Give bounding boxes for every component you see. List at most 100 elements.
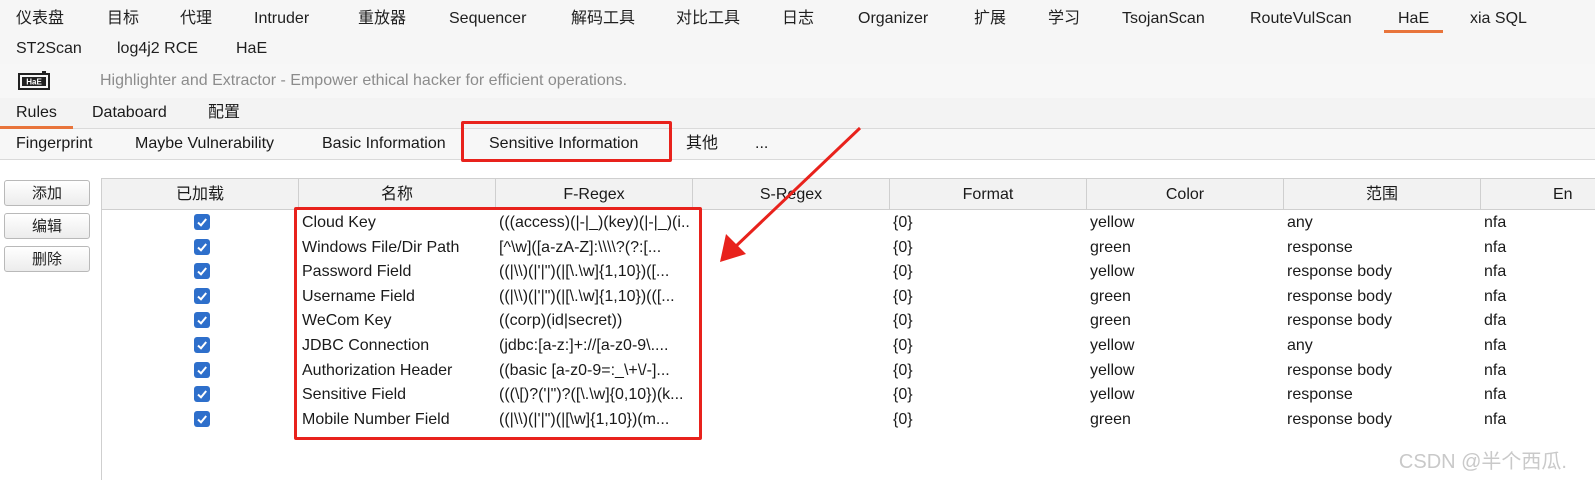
col-format[interactable]: Format	[890, 179, 1087, 209]
tab-basic-information[interactable]: Basic Information	[322, 129, 446, 159]
cell-scope: response body	[1287, 263, 1392, 281]
cell-s-regex	[696, 359, 888, 383]
cell-color: yellow	[1090, 214, 1135, 231]
cell-scope: response	[1287, 238, 1353, 256]
tab-logger[interactable]: 日志	[782, 2, 814, 32]
cell-scope: any	[1287, 337, 1313, 354]
col-color[interactable]: Color	[1087, 179, 1284, 209]
tab-target[interactable]: 目标	[107, 2, 139, 32]
tab-config[interactable]: 配置	[208, 98, 240, 128]
tab-databoard[interactable]: Databoard	[92, 98, 167, 128]
cell-color: green	[1090, 287, 1131, 305]
cell-engine: nfa	[1484, 410, 1507, 428]
cell-s-regex	[696, 383, 888, 407]
cell-format: {0}	[893, 287, 913, 305]
cell-engine: nfa	[1484, 263, 1507, 281]
cell-format: {0}	[893, 238, 913, 256]
watermark: CSDN @半个西瓜.	[1398, 451, 1567, 473]
cell-engine: nfa	[1484, 337, 1507, 354]
loaded-checkbox[interactable]	[194, 238, 210, 255]
tab-routevulscan[interactable]: RouteVulScan	[1250, 2, 1352, 32]
loaded-checkbox[interactable]	[194, 410, 210, 427]
checkmark-icon	[197, 415, 207, 424]
loaded-checkbox[interactable]	[194, 361, 210, 378]
cell-s-regex	[696, 309, 888, 333]
cell-scope: response	[1287, 386, 1353, 404]
cell-s-regex	[696, 285, 888, 309]
tab-st2scan[interactable]: ST2Scan	[16, 32, 82, 62]
annotation-arrow	[720, 126, 862, 262]
cell-engine: nfa	[1484, 386, 1507, 404]
cell-engine: dfa	[1484, 312, 1507, 330]
cell-format: {0}	[893, 337, 913, 354]
hae-logo-icon: HaE	[18, 71, 50, 90]
tab-comparer[interactable]: 对比工具	[676, 2, 740, 32]
col-name[interactable]: 名称	[299, 179, 496, 209]
col-engine[interactable]: En	[1481, 179, 1595, 209]
cell-format: {0}	[893, 410, 913, 428]
svg-text:HaE: HaE	[26, 78, 42, 87]
loaded-checkbox[interactable]	[194, 214, 210, 230]
tab-hae-second[interactable]: HaE	[236, 32, 267, 62]
tab-tsojanscan[interactable]: TsojanScan	[1122, 2, 1205, 32]
tab-log4j2-rce[interactable]: log4j2 RCE	[117, 32, 198, 62]
cell-color: green	[1090, 238, 1131, 256]
edit-button[interactable]: 编辑	[4, 213, 90, 239]
tab-rules[interactable]: Rules	[0, 98, 73, 129]
cell-engine: nfa	[1484, 287, 1507, 305]
cell-format: {0}	[893, 214, 913, 231]
tab-decoder[interactable]: 解码工具	[571, 2, 635, 32]
checkmark-icon	[197, 390, 207, 399]
loaded-checkbox[interactable]	[194, 287, 210, 304]
col-scope[interactable]: 范围	[1284, 179, 1481, 209]
col-f-regex[interactable]: F-Regex	[496, 179, 693, 209]
cell-color: yellow	[1090, 386, 1135, 404]
tab-extensions[interactable]: 扩展	[974, 2, 1006, 32]
tab-dashboard[interactable]: 仪表盘	[16, 2, 64, 32]
loaded-checkbox[interactable]	[194, 263, 210, 280]
checkmark-icon	[197, 341, 207, 350]
cell-engine: nfa	[1484, 238, 1507, 256]
cell-s-regex	[696, 408, 888, 432]
checkmark-icon	[197, 267, 207, 276]
tab-fingerprint[interactable]: Fingerprint	[16, 129, 92, 159]
checkmark-icon	[197, 218, 207, 227]
tab-repeater[interactable]: 重放器	[358, 2, 406, 32]
checkmark-icon	[197, 242, 207, 252]
loaded-checkbox[interactable]	[194, 312, 210, 329]
checkmark-icon	[197, 292, 207, 301]
cell-s-regex	[696, 334, 888, 358]
cell-color: green	[1090, 312, 1131, 330]
tab-intruder[interactable]: Intruder	[254, 2, 309, 32]
tab-proxy[interactable]: 代理	[180, 2, 212, 32]
checkmark-icon	[197, 316, 207, 326]
hae-header: HaE Highlighter and Extractor - Empower …	[0, 64, 1595, 99]
tab-learn[interactable]: 学习	[1048, 2, 1080, 32]
tab-hae-active[interactable]: HaE	[1383, 2, 1444, 33]
cell-format: {0}	[893, 312, 913, 330]
tab-sequencer[interactable]: Sequencer	[449, 2, 526, 32]
cell-scope: response body	[1287, 312, 1392, 330]
cell-color: yellow	[1090, 337, 1135, 354]
loaded-checkbox[interactable]	[194, 386, 210, 403]
cell-color: green	[1090, 410, 1131, 428]
loaded-checkbox[interactable]	[194, 337, 210, 353]
annotation-box-rules	[294, 207, 702, 440]
tab-organizer[interactable]: Organizer	[858, 2, 928, 32]
hae-description: Highlighter and Extractor - Empower ethi…	[100, 72, 628, 89]
cell-format: {0}	[893, 361, 913, 379]
tab-maybe-vulnerability[interactable]: Maybe Vulnerability	[135, 129, 274, 159]
add-button[interactable]: 添加	[4, 180, 90, 206]
col-loaded[interactable]: 已加载	[102, 179, 299, 209]
checkmark-icon	[197, 365, 207, 375]
delete-button[interactable]: 删除	[4, 246, 90, 272]
cell-format: {0}	[893, 386, 913, 404]
burp-tab-bar: 仪表盘 目标 代理 Intruder 重放器 Sequencer 解码工具 对比…	[0, 0, 1595, 65]
cell-color: yellow	[1090, 361, 1135, 379]
cell-scope: response body	[1287, 287, 1392, 305]
cell-color: yellow	[1090, 263, 1135, 281]
cell-format: {0}	[893, 263, 913, 281]
cell-scope: response body	[1287, 361, 1392, 379]
tab-xia-sql[interactable]: xia SQL	[1470, 2, 1527, 32]
annotation-box-tab	[461, 121, 672, 162]
